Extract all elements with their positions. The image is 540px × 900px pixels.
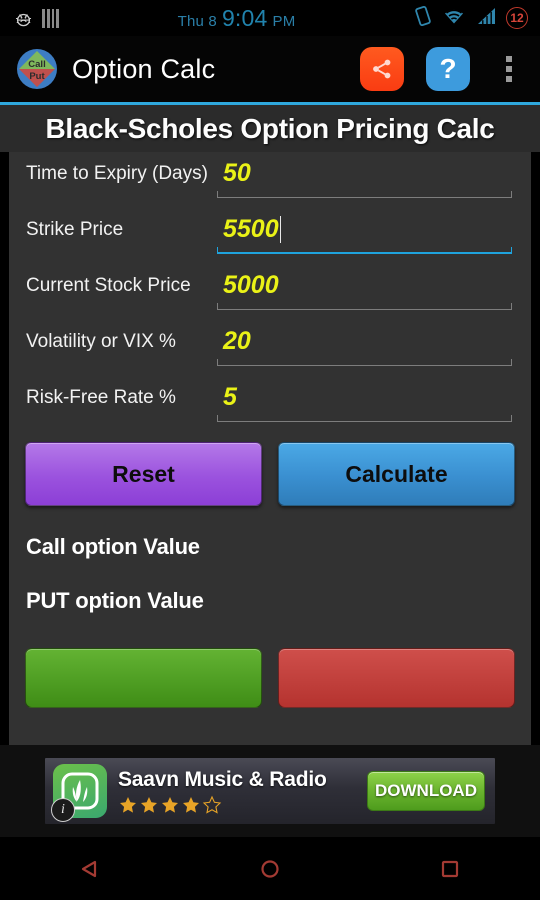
ad-title: Saavn Music & Radio — [118, 767, 327, 791]
recents-icon — [441, 860, 459, 877]
bug-icon — [14, 9, 33, 28]
share-icon — [373, 59, 391, 79]
clock-time: 9:04 — [221, 4, 268, 31]
page-title-bar: Black-Scholes Option Pricing Calc — [0, 105, 540, 152]
field-label: Current Stock Price — [26, 275, 191, 296]
field-input-wrapper[interactable]: 20 — [217, 320, 512, 366]
device-screen: Thu 8 9:04 PM 12 Call Put Option Calc ? … — [0, 0, 540, 900]
ad-banner-container: i Saavn Music & Radio DOWNLOAD — [0, 745, 540, 837]
ad-app-icon: i — [51, 764, 107, 822]
svg-text:Put: Put — [29, 71, 45, 82]
time-to-expiry-input[interactable]: 50 — [217, 152, 512, 190]
field-input-wrapper[interactable]: 5000 — [217, 264, 512, 310]
field-label: Time to Expiry (Days) — [26, 163, 208, 184]
volatility-input[interactable]: 20 — [217, 320, 512, 358]
app-title: Option Calc — [72, 53, 216, 84]
overflow-dot — [506, 66, 512, 72]
call-option-value-label: Call option Value — [26, 534, 200, 559]
input-underline-focused — [217, 247, 512, 254]
overflow-dot — [506, 76, 512, 82]
help-icon: ? — [439, 53, 457, 84]
strike-price-value: 5500 — [223, 215, 279, 243]
star-filled-icon — [141, 796, 157, 813]
input-underline — [217, 303, 512, 310]
barcode-icon — [42, 8, 59, 28]
ad-download-button[interactable]: DOWNLOAD — [367, 771, 485, 811]
current-stock-price-input[interactable]: 5000 — [217, 264, 512, 302]
clock-meridiem: PM — [272, 12, 296, 30]
home-icon — [261, 859, 279, 878]
back-icon — [81, 860, 97, 877]
field-input-wrapper[interactable]: 5500 — [217, 208, 512, 254]
star-empty-icon — [202, 795, 222, 814]
page-title: Black-Scholes Option Pricing Calc — [45, 112, 495, 144]
field-current-stock-price: Current Stock Price 5000 — [9, 264, 531, 320]
vibrate-icon — [414, 5, 432, 31]
result-button-row — [9, 614, 531, 708]
input-underline — [217, 191, 512, 198]
status-bar: Thu 8 9:04 PM 12 — [0, 0, 540, 36]
status-bar-right-icons: 12 — [414, 5, 540, 31]
overflow-menu-button[interactable] — [492, 56, 526, 82]
field-risk-free-rate: Risk-Free Rate % 5 — [9, 376, 531, 432]
star-filled-icon — [183, 796, 199, 813]
star-filled-icon — [120, 796, 136, 813]
strike-price-input[interactable]: 5500 — [217, 208, 512, 246]
put-result-button[interactable] — [278, 648, 515, 708]
overflow-dot — [506, 56, 512, 62]
status-bar-clock: Thu 8 9:04 PM — [59, 5, 414, 32]
app-logo-icon: Call Put — [16, 48, 58, 90]
ad-rating-stars — [118, 795, 367, 815]
field-label: Risk-Free Rate % — [26, 387, 176, 408]
star-filled-icon — [162, 796, 178, 813]
ad-banner[interactable]: i Saavn Music & Radio DOWNLOAD — [45, 758, 495, 824]
share-button[interactable] — [360, 47, 404, 91]
text-cursor — [279, 216, 282, 243]
field-time-to-expiry: Time to Expiry (Days) 50 — [9, 152, 531, 208]
field-label: Strike Price — [26, 219, 124, 240]
nav-back-button[interactable] — [45, 837, 135, 900]
battery-level-text: 12 — [510, 11, 524, 25]
nav-recents-button[interactable] — [405, 837, 495, 900]
help-button[interactable]: ? — [426, 47, 470, 91]
action-bar: Call Put Option Calc ? — [0, 36, 540, 102]
navigation-bar — [0, 837, 540, 900]
action-button-row: Reset Calculate — [9, 432, 531, 506]
input-underline — [217, 415, 512, 422]
battery-status-badge: 12 — [506, 7, 528, 29]
input-underline — [217, 359, 512, 366]
nav-home-button[interactable] — [225, 837, 315, 900]
svg-text:Call: Call — [28, 59, 45, 70]
signal-icon — [476, 7, 496, 30]
calculate-button[interactable]: Calculate — [278, 442, 515, 506]
put-option-value-label: PUT option Value — [26, 588, 204, 613]
reset-button[interactable]: Reset — [25, 442, 262, 506]
field-strike-price: Strike Price 5500 — [9, 208, 531, 264]
status-bar-left-icons — [0, 8, 59, 28]
field-volatility: Volatility or VIX % 20 — [9, 320, 531, 376]
wifi-icon — [442, 7, 466, 30]
field-label: Volatility or VIX % — [26, 331, 176, 352]
field-input-wrapper[interactable]: 50 — [217, 152, 512, 198]
main-content: Time to Expiry (Days) 50 Strike Price 55… — [9, 152, 531, 745]
ad-info-badge[interactable]: i — [51, 798, 75, 822]
ad-text-block: Saavn Music & Radio — [118, 768, 367, 815]
clock-date: Thu 8 — [177, 12, 217, 30]
field-input-wrapper[interactable]: 5 — [217, 376, 512, 422]
call-result-button[interactable] — [25, 648, 262, 708]
risk-free-rate-input[interactable]: 5 — [217, 376, 512, 414]
